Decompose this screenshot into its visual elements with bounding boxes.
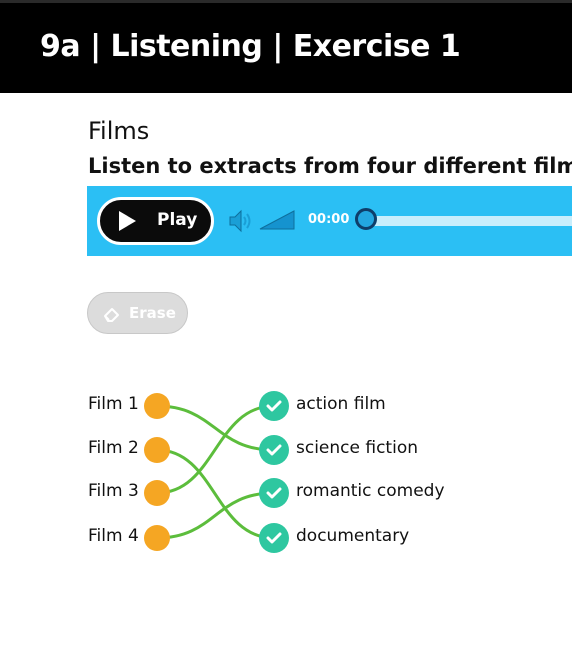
action-film-connector[interactable] [259, 391, 289, 421]
page-title: 9a | Listening | Exercise 1 [40, 29, 461, 64]
option-label: documentary [296, 526, 410, 546]
film-2-connector[interactable] [144, 437, 170, 463]
romantic-comedy-connector[interactable] [259, 478, 289, 508]
connection-line-film1 [156, 404, 275, 452]
activity-heading: Films [88, 117, 150, 145]
check-icon [266, 444, 282, 456]
film-3-connector[interactable] [144, 480, 170, 506]
option-label: action film [296, 394, 386, 414]
exercise-page: 9a | Listening | Exercise 1 Films Listen… [0, 0, 572, 649]
progress-track[interactable] [363, 216, 572, 226]
film-label: Film 2 [88, 438, 139, 458]
play-button[interactable]: Play [97, 197, 214, 245]
eraser-icon [104, 308, 119, 322]
play-icon [119, 211, 136, 231]
header-bar: 9a | Listening | Exercise 1 [0, 0, 572, 93]
volume-icon[interactable] [228, 208, 255, 234]
film-label: Film 3 [88, 481, 139, 501]
audio-player: Play 00:00 [87, 186, 572, 256]
play-button-label: Play [157, 210, 198, 230]
matching-area: Film 1 Film 2 Film 3 Film 4 action film … [0, 380, 572, 580]
elapsed-time: 00:00 [308, 212, 350, 227]
science-fiction-connector[interactable] [259, 435, 289, 465]
check-icon [266, 400, 282, 412]
option-label: science fiction [296, 438, 418, 458]
connection-line-film4 [156, 491, 275, 540]
film-4-connector[interactable] [144, 525, 170, 551]
erase-button[interactable]: Erase [87, 292, 188, 334]
documentary-connector[interactable] [259, 523, 289, 553]
check-icon [266, 532, 282, 544]
film-label: Film 4 [88, 526, 139, 546]
activity-instruction: Listen to extracts from four different f… [88, 154, 572, 178]
option-label: romantic comedy [296, 481, 445, 501]
volume-slider[interactable] [259, 209, 295, 231]
check-icon [266, 487, 282, 499]
progress-thumb[interactable] [355, 208, 377, 230]
erase-button-label: Erase [129, 304, 176, 322]
film-label: Film 1 [88, 394, 139, 414]
film-1-connector[interactable] [144, 393, 170, 419]
